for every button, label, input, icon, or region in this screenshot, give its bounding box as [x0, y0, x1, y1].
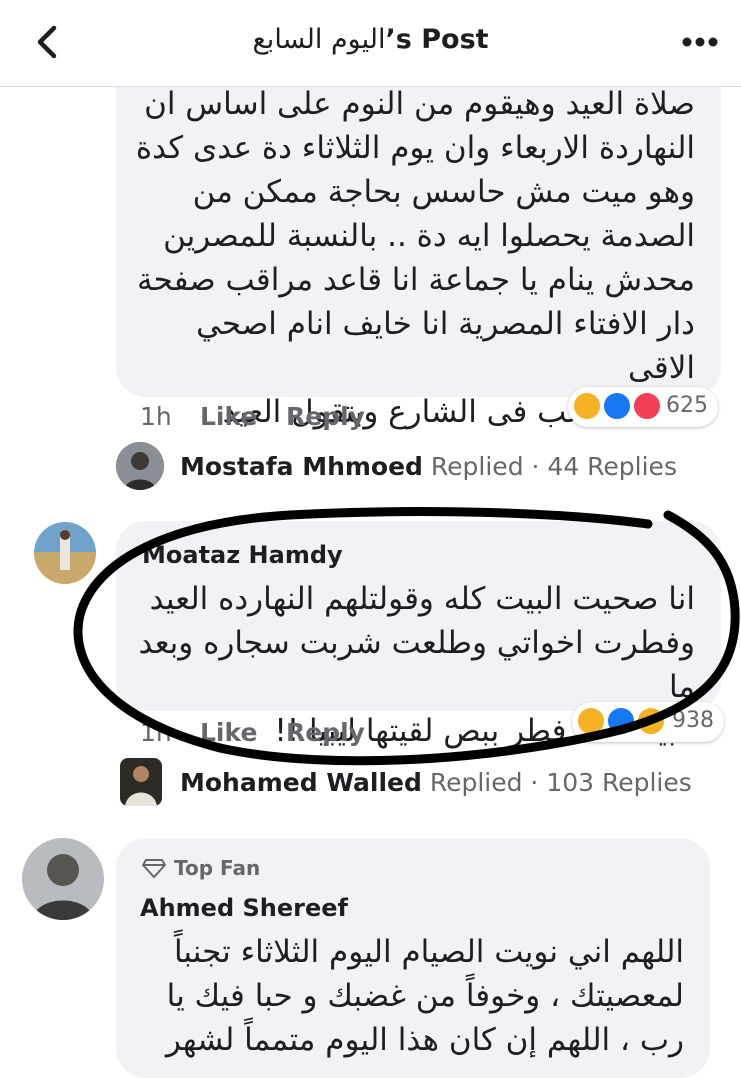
comment-bubble: صلاة العيد وهيقوم من النوم على اساس ان ا…: [116, 40, 721, 430]
comment-line: الصدمة يحصلوا ايه دة .. بالنسبة للمصرين: [163, 218, 695, 254]
comment-author[interactable]: Moataz Hamdy: [142, 541, 343, 569]
comment-time: 1h: [140, 718, 172, 747]
like-button[interactable]: Like: [200, 402, 257, 431]
comment-line: دار الافتاء المصرية انا خايف انام اصحي ا…: [196, 306, 695, 386]
avatar[interactable]: [120, 758, 162, 806]
diamond-icon: [142, 859, 166, 878]
more-options-icon[interactable]: [681, 36, 719, 48]
person-icon: [34, 522, 96, 584]
reaction-count: 625: [666, 393, 708, 418]
top-bar: اليوم السابع’s Post: [0, 0, 741, 87]
haha-reaction-icon: [576, 706, 606, 736]
reply-button[interactable]: Reply: [286, 402, 365, 431]
comment-bubble: Moataz Hamdy انا صحيت البيت كله وقولتلهم…: [116, 521, 721, 749]
reaction-summary[interactable]: 625: [568, 387, 718, 427]
comment-line: وفطرت اخواتي وطلعت شربت سجاره وبعد ما: [138, 625, 695, 705]
person-icon: [22, 838, 104, 920]
comment-line: رب ، اللهم إن كان هذا اليوم متمماً لشهر: [165, 1022, 684, 1058]
reply-button[interactable]: Reply: [286, 718, 365, 747]
like-reaction-icon: [602, 391, 632, 421]
comment-bubble: Top Fan Ahmed Shereef اللهم اني نويت الص…: [116, 838, 710, 1078]
comment-line: صلاة العيد وهيقوم من النوم على اساس ان: [144, 86, 695, 122]
comment-line: انا صحيت البيت كله وقولتلهم النهارده الع…: [149, 581, 695, 617]
comment-author[interactable]: Ahmed Shereef: [140, 894, 348, 922]
comment-line: اللهم اني نويت الصيام اليوم الثلاثاء تجن…: [173, 934, 684, 970]
comment-line: النهاردة الاربعاء وان يوم الثلاثاء دة عد…: [135, 130, 695, 166]
reaction-count: 938: [672, 708, 714, 733]
page-title: اليوم السابع’s Post: [252, 24, 489, 55]
replies-summary[interactable]: Mostafa Mhmoed Replied · 44 Replies: [180, 452, 677, 481]
person-icon: [116, 442, 164, 490]
comment-line: وهو ميت مش حاسس بحاجة ممكن من: [192, 174, 695, 210]
love-reaction-icon: [632, 391, 662, 421]
like-reaction-icon: [606, 706, 636, 736]
reaction-summary[interactable]: 938: [572, 702, 724, 742]
comment-line: محدش ينام يا جماعة انا قاعد مراقب صفحة: [137, 262, 695, 298]
avatar[interactable]: [34, 522, 96, 584]
comment-line: لمعصيتك ، وخوفاً من غضبك و حبا فيك يا: [166, 978, 684, 1014]
avatar[interactable]: [22, 838, 104, 920]
avatar[interactable]: [116, 442, 164, 490]
comment-text: صلاة العيد وهيقوم من النوم على اساس ان ا…: [125, 82, 695, 434]
comment-time: 1h: [140, 402, 172, 431]
like-button[interactable]: Like: [200, 718, 257, 747]
person-icon: [120, 758, 162, 806]
top-fan-badge: Top Fan: [174, 856, 261, 880]
haha-reaction-icon: [572, 391, 602, 421]
wow-reaction-icon: [636, 706, 666, 736]
comment-text: اللهم اني نويت الصيام اليوم الثلاثاء تجن…: [124, 930, 684, 1062]
replies-summary[interactable]: Mohamed Walled Replied · 103 Replies: [180, 768, 692, 797]
